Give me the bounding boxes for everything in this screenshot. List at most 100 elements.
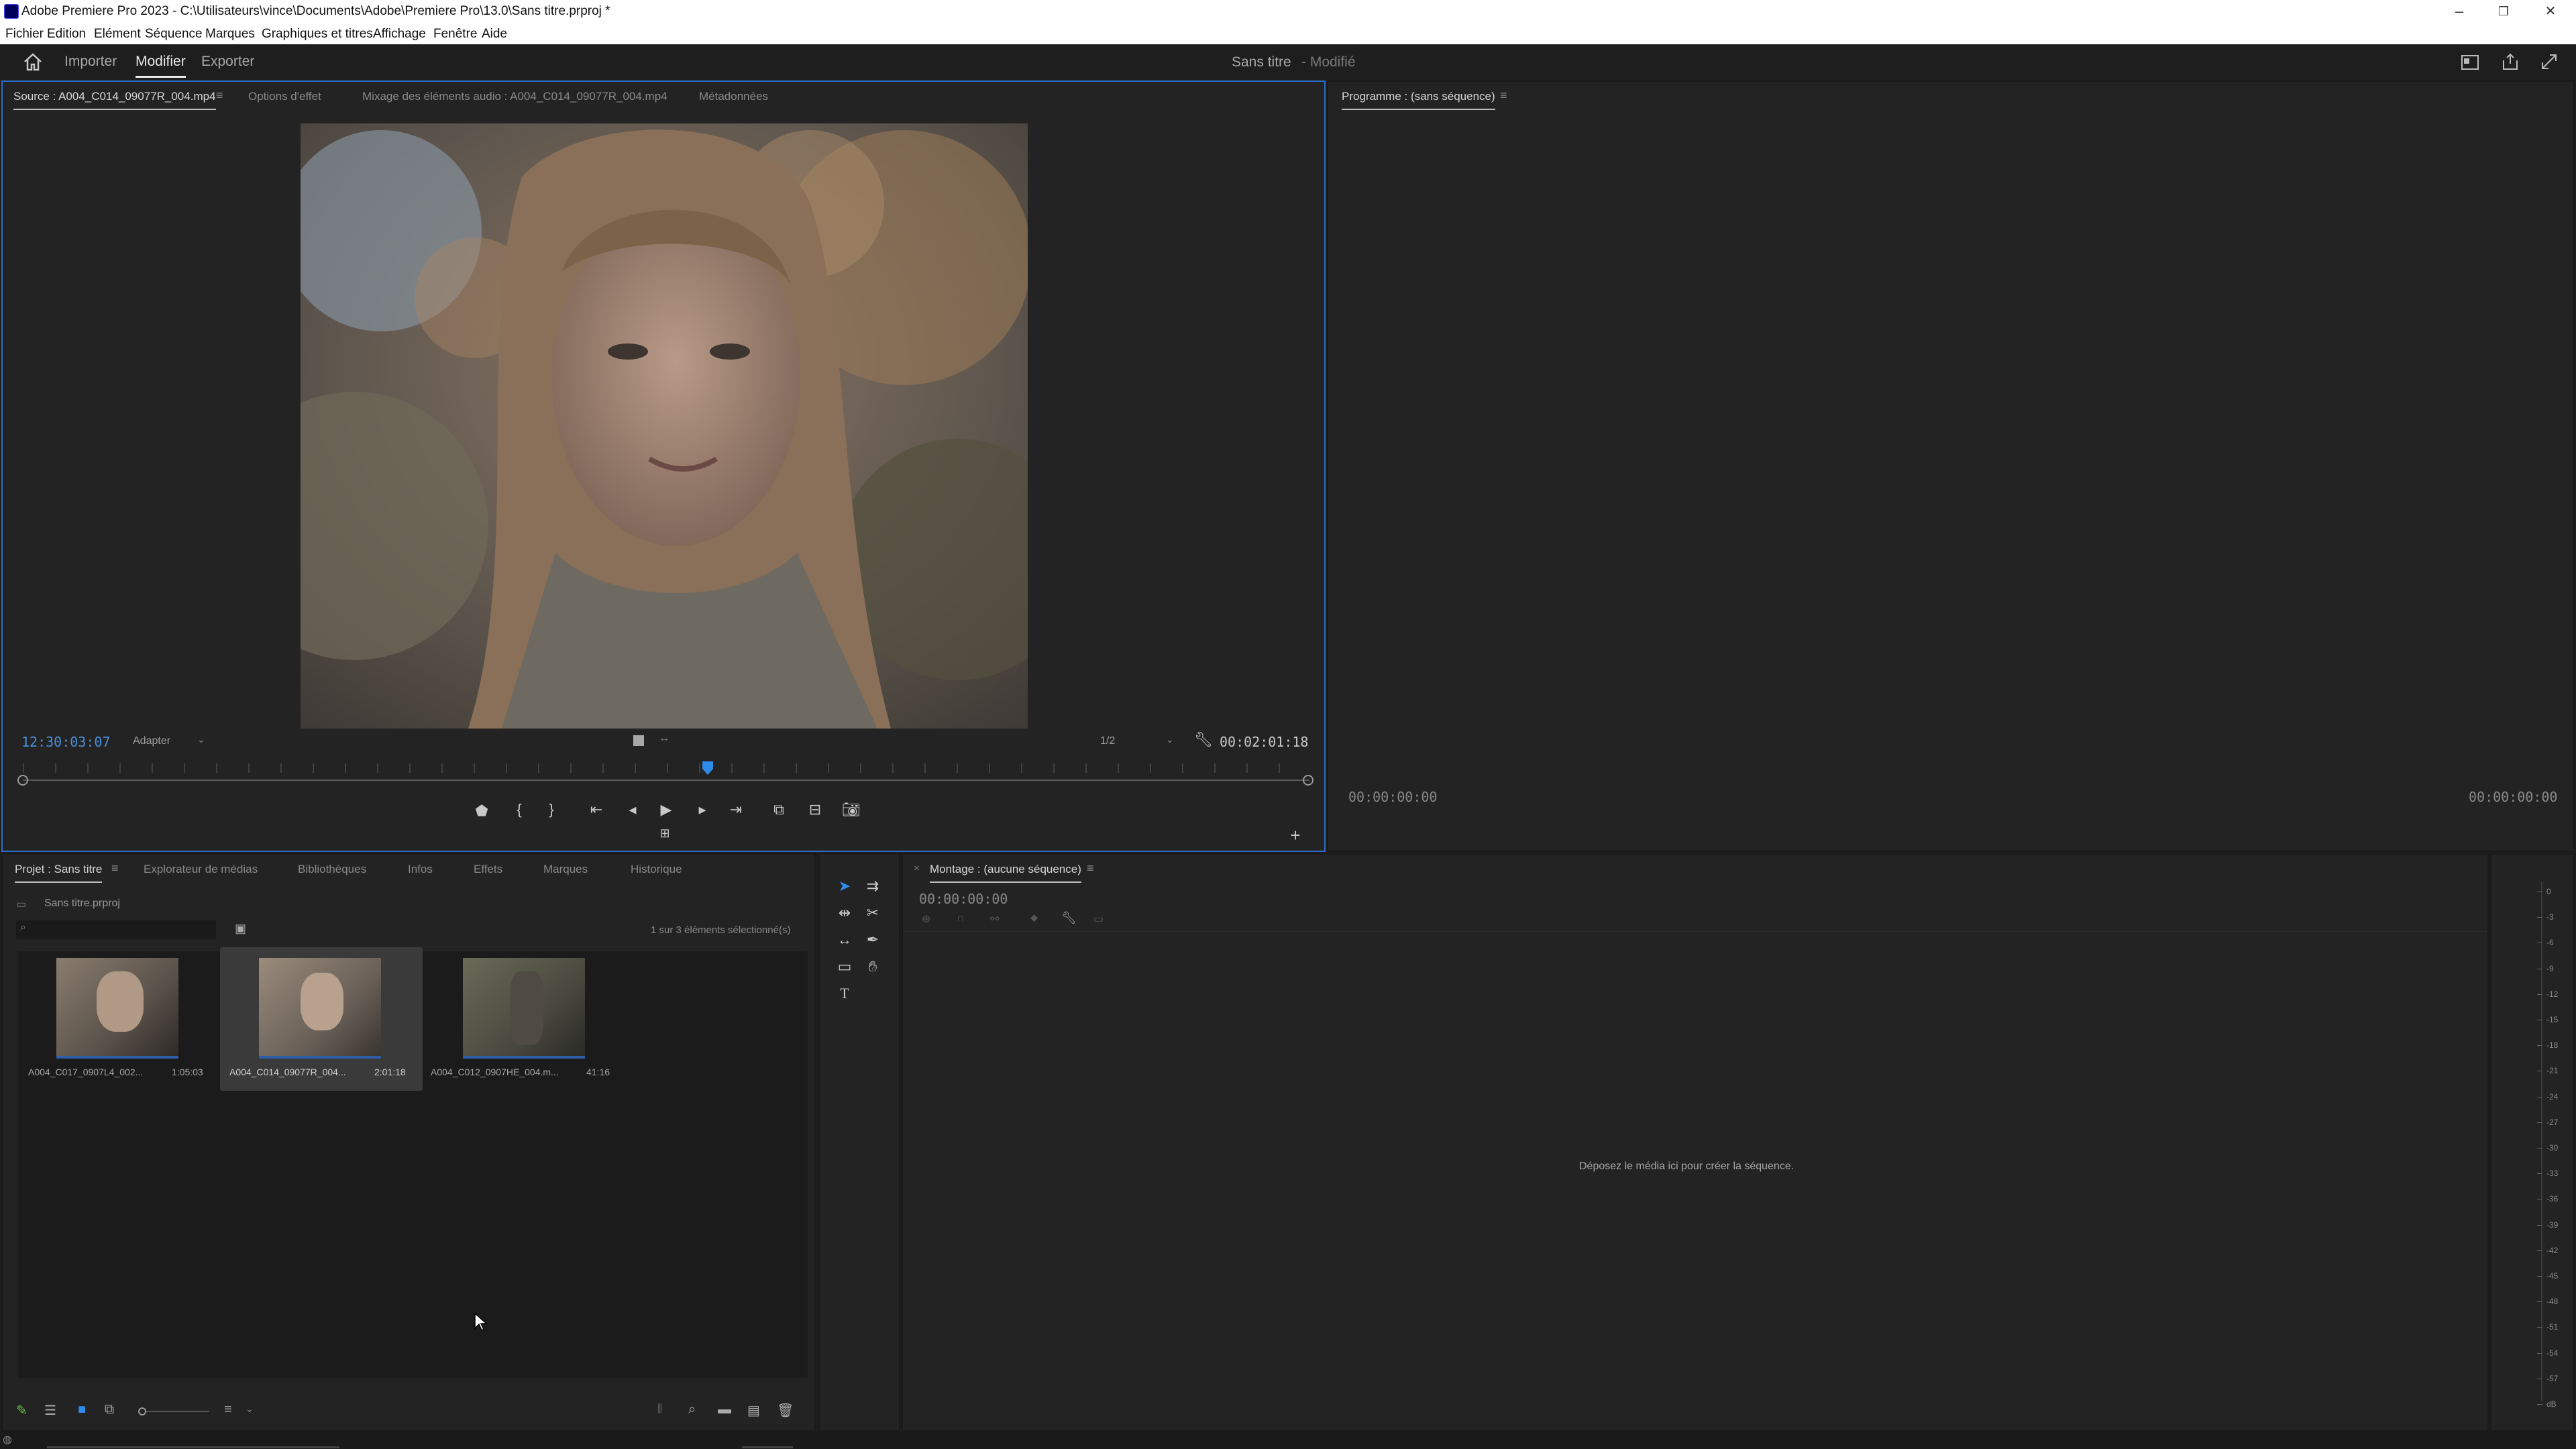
insert-icon[interactable]: ⧉	[767, 801, 790, 818]
list-view-icon[interactable]: ☰	[44, 1402, 56, 1419]
minimize-button[interactable]: –	[2446, 1, 2473, 21]
menu-fenetre[interactable]: Fenêtre	[433, 27, 477, 42]
resolution-dropdown[interactable]: 1/2	[1100, 735, 1115, 747]
new-bin-icon[interactable]: ▬	[718, 1402, 731, 1417]
hand-tool-icon[interactable]: ✋︎	[863, 958, 883, 975]
freeform-view-icon[interactable]: ⧉	[105, 1402, 114, 1417]
selection-tool-icon[interactable]: ➤	[835, 877, 855, 895]
scroll-handle-right[interactable]	[1303, 775, 1313, 786]
step-forward-icon[interactable]: ▸	[692, 801, 712, 818]
fit-dropdown[interactable]: Adapter	[133, 735, 170, 747]
zoom-slider-handle[interactable]	[138, 1407, 146, 1415]
restore-button[interactable]: ❐	[2490, 1, 2517, 21]
menu-fichier[interactable]: Fichier	[5, 27, 44, 42]
tab-historique[interactable]: Historique	[631, 863, 682, 876]
chevron-down-icon[interactable]: ⌄	[197, 734, 205, 745]
list-item[interactable]: A004_C017_0907L4_002... 1:05:03	[19, 951, 217, 1091]
icon-view-icon[interactable]: ■	[78, 1402, 86, 1417]
share-icon[interactable]	[2501, 52, 2520, 71]
linked-selection-icon[interactable]: ⚯	[990, 912, 999, 926]
mark-in-icon[interactable]: {	[511, 801, 527, 818]
menu-element[interactable]: Elément	[94, 27, 141, 42]
razor-tool-icon[interactable]: ✂	[863, 904, 883, 922]
add-marker-icon[interactable]: ⬥	[1030, 912, 1038, 924]
mark-out-icon[interactable]: }	[543, 801, 559, 818]
tab-marques[interactable]: Marques	[543, 863, 588, 876]
home-icon[interactable]	[23, 52, 43, 71]
safe-margins-icon[interactable]	[633, 735, 644, 746]
slip-tool-icon[interactable]: ↔	[835, 931, 855, 949]
tab-importer[interactable]: Importer	[64, 54, 117, 70]
automate-to-sequence-icon[interactable]: ⫼	[657, 1403, 662, 1415]
tab-bibliotheques[interactable]: Bibliothèques	[298, 863, 366, 876]
playhead-marker[interactable]	[702, 761, 714, 775]
wrench-icon[interactable]: 🔧︎	[1194, 731, 1213, 749]
tab-options-effet[interactable]: Options d'effet	[248, 90, 321, 103]
zoom-scrollbar[interactable]	[23, 780, 1309, 781]
tab-infos[interactable]: Infos	[408, 863, 433, 876]
new-bin-from-search-icon[interactable]: ▣	[235, 922, 246, 936]
go-to-in-icon[interactable]: ⇤	[586, 801, 606, 818]
menu-affichage[interactable]: Affichage	[373, 27, 426, 42]
fullscreen-icon[interactable]	[2540, 52, 2559, 71]
new-item-icon[interactable]: ▤	[747, 1402, 760, 1419]
step-back-icon[interactable]: ◂	[623, 801, 643, 818]
source-video-frame[interactable]	[301, 123, 1028, 729]
tab-metadonnees[interactable]: Métadonnées	[699, 90, 768, 103]
panel-menu-icon[interactable]: ≡	[111, 861, 119, 875]
menu-marques[interactable]: Marques	[205, 27, 255, 42]
add-marker-icon[interactable]: ⬟	[474, 802, 490, 820]
close-button[interactable]: ✕	[2537, 1, 2564, 21]
menu-sequence[interactable]: Séquence	[145, 27, 203, 42]
type-tool-icon[interactable]: T	[835, 985, 855, 1002]
scroll-handle-left[interactable]	[17, 775, 28, 786]
button-editor-plus-icon[interactable]: +	[1285, 825, 1305, 846]
pencil-icon[interactable]: ✎	[16, 1402, 28, 1419]
timeline-drop-zone[interactable]: Déposez le média ici pour créer la séque…	[903, 932, 2487, 1429]
tab-effets[interactable]: Effets	[474, 863, 502, 876]
list-item-selected[interactable]: A004_C014_09077R_004... 2:01:18	[220, 947, 423, 1091]
overwrite-icon[interactable]: ⊟	[804, 801, 826, 818]
trash-icon[interactable]: 🗑︎	[777, 1402, 794, 1419]
track-select-tool-icon[interactable]: ⇉	[863, 877, 883, 895]
export-frame-icon[interactable]: 📷︎	[840, 801, 863, 818]
tab-source[interactable]: Source : A004_C014_09077R_004.mp4	[13, 90, 216, 110]
nest-icon[interactable]: ⊕	[922, 912, 930, 926]
source-timecode-playhead[interactable]: 12:30:03:07	[21, 734, 110, 750]
workspaces-icon[interactable]	[2461, 54, 2479, 71]
tab-mixage-audio[interactable]: Mixage des éléments audio : A004_C014_09…	[362, 90, 667, 103]
menu-edition[interactable]: Edition	[47, 27, 86, 42]
tab-montage[interactable]: Montage : (aucune séquence)	[930, 863, 1081, 883]
captions-icon[interactable]: ▭	[1093, 912, 1104, 926]
menu-graphiques[interactable]: Graphiques et titres	[262, 27, 373, 42]
chevron-down-icon[interactable]: ⌄	[246, 1403, 254, 1415]
play-icon[interactable]: ▶	[656, 801, 676, 818]
tab-exporter[interactable]: Exporter	[201, 54, 254, 70]
program-timecode-left[interactable]: 00:00:00:00	[1348, 789, 1437, 805]
tab-programme[interactable]: Programme : (sans séquence)	[1342, 90, 1495, 110]
panel-menu-icon[interactable]: ≡	[216, 89, 223, 103]
wrench-icon[interactable]: 🔧︎	[1061, 911, 1077, 925]
drag-video-icon[interactable]: ↔	[659, 733, 669, 745]
tab-explorateur-medias[interactable]: Explorateur de médias	[144, 863, 258, 876]
zoom-slider[interactable]	[146, 1411, 209, 1412]
sort-icons-icon[interactable]: ≡	[224, 1402, 232, 1417]
list-item[interactable]: A004_C012_0907HE_004.m... 41:16	[425, 951, 624, 1091]
find-icon[interactable]: ⌕	[688, 1402, 696, 1417]
tab-modifier[interactable]: Modifier	[136, 54, 186, 78]
panel-menu-icon[interactable]: ≡	[1087, 861, 1094, 875]
snap-icon[interactable]: ∩	[957, 912, 965, 924]
rectangle-tool-icon[interactable]: ▭	[835, 958, 855, 975]
menu-aide[interactable]: Aide	[482, 27, 507, 42]
tab-projet[interactable]: Projet : Sans titre	[15, 863, 103, 883]
pen-tool-icon[interactable]: ✒	[863, 931, 883, 949]
go-to-out-icon[interactable]: ⇥	[726, 801, 746, 818]
timeline-timecode[interactable]: 00:00:00:00	[919, 891, 1008, 907]
time-ruler[interactable]	[23, 763, 1311, 773]
panel-menu-icon[interactable]: ≡	[1500, 89, 1507, 103]
close-tab-icon[interactable]: ×	[914, 863, 920, 874]
chevron-down-icon[interactable]: ⌄	[1166, 734, 1174, 745]
ripple-edit-tool-icon[interactable]: ⇹	[835, 904, 855, 922]
search-input[interactable]: ⌕	[16, 920, 216, 939]
toggle-proxies-icon[interactable]: ⊞	[655, 826, 675, 841]
